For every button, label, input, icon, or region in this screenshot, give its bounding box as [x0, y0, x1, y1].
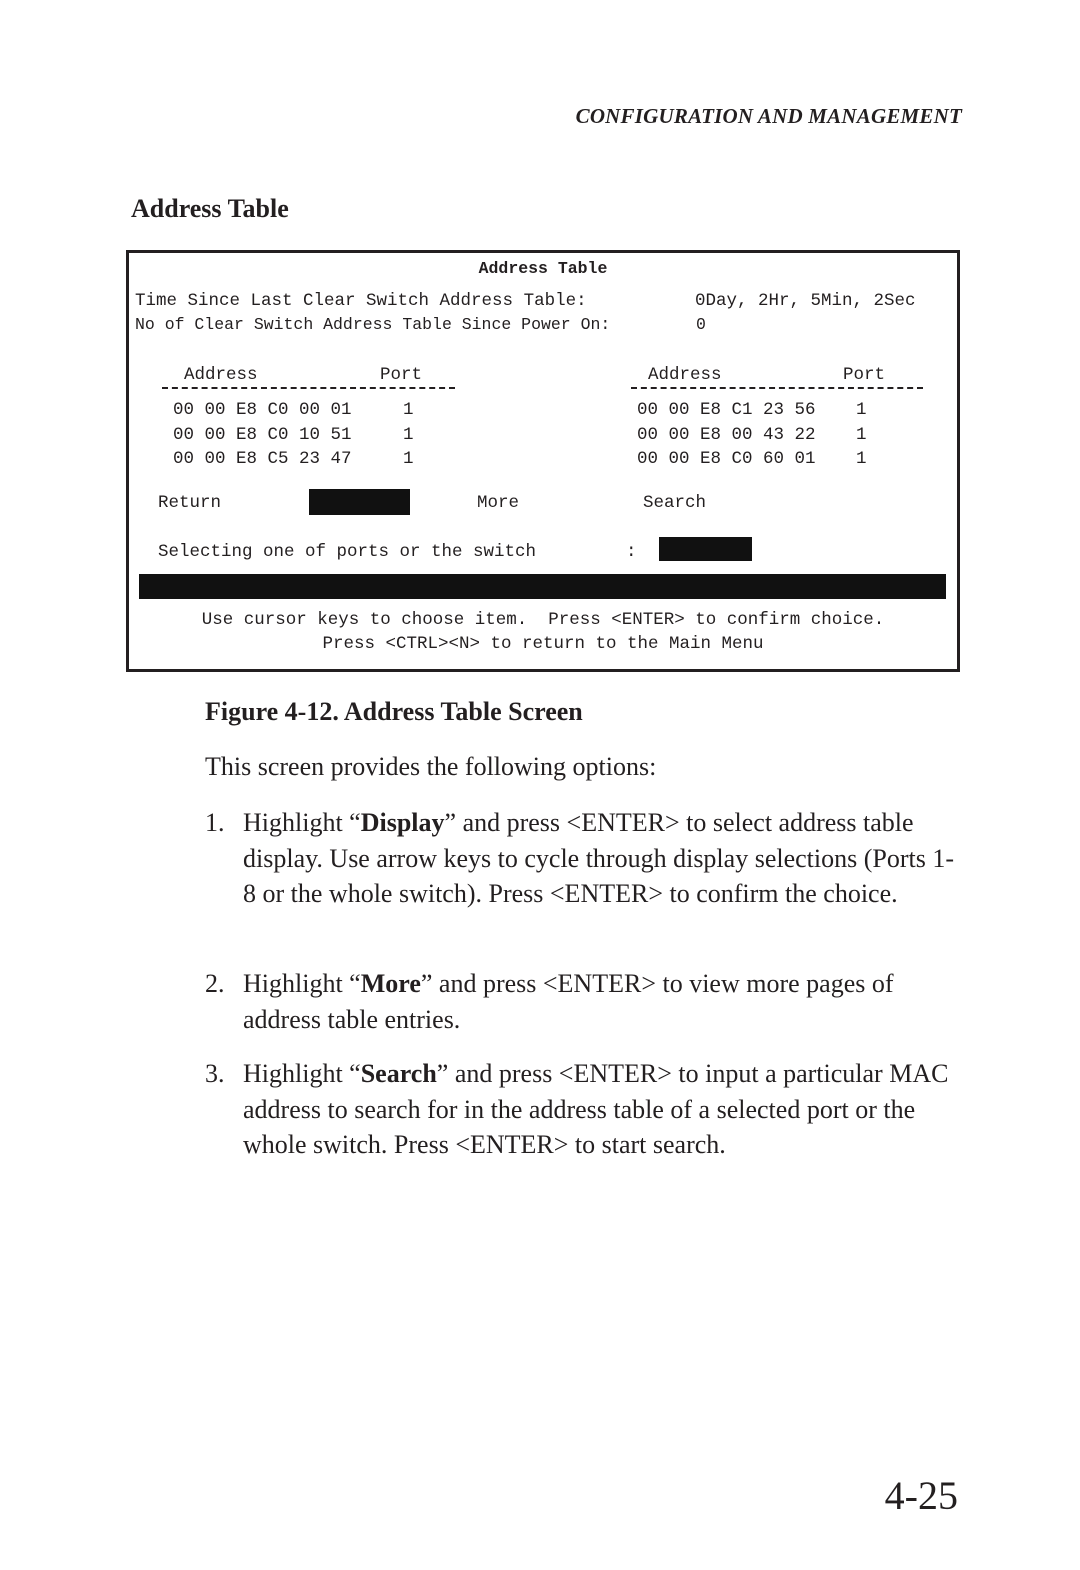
intro-text: This screen provides the following optio… — [205, 752, 657, 781]
right-port-header: Port — [843, 365, 886, 385]
list-item-text: Highlight “ — [243, 969, 361, 998]
list-item: 1. Highlight “Display” and press <ENTER>… — [205, 805, 965, 912]
right-row-port: 1 — [856, 425, 867, 445]
screen-title: Address Table — [478, 259, 608, 278]
list-item-number: 1. — [205, 808, 225, 837]
time-since-clear-label: Time Since Last Clear Switch Address Tab… — [135, 291, 587, 311]
right-header-divider — [631, 387, 923, 389]
left-row-port: 1 — [403, 449, 414, 469]
left-row-address: 00 00 E8 C5 23 47 — [173, 449, 352, 469]
terminal-screen: Address Table Time Since Last Clear Swit… — [126, 250, 960, 672]
left-row-address: 00 00 E8 C0 00 01 — [173, 400, 352, 420]
help-line-2: Press <CTRL><N> to return to the Main Me… — [322, 634, 764, 654]
section-title: Address Table — [131, 194, 289, 223]
left-row-address: 00 00 E8 C0 10 51 — [173, 425, 352, 445]
left-header-divider — [162, 387, 455, 389]
clear-count-value: 0 — [696, 315, 706, 334]
time-since-clear-value: 0Day, 2Hr, 5Min, 2Sec — [695, 291, 916, 311]
right-row-address: 00 00 E8 C1 23 56 — [637, 400, 816, 420]
right-row-port: 1 — [856, 400, 867, 420]
list-item-text: Highlight “ — [243, 1059, 361, 1088]
list-item: 2. Highlight “More” and press <ENTER> to… — [205, 966, 965, 1037]
status-bar — [139, 574, 946, 599]
left-port-header: Port — [380, 365, 423, 385]
list-item: 3. Highlight “Search” and press <ENTER> … — [205, 1056, 965, 1163]
running-head: CONFIGURATION AND MANAGEMENT — [575, 104, 962, 128]
figure-caption: Figure 4-12. Address Table Screen — [205, 697, 583, 726]
left-row-port: 1 — [403, 400, 414, 420]
more-menu-item[interactable]: More — [477, 493, 519, 513]
left-row-port: 1 — [403, 425, 414, 445]
clear-count-label: No of Clear Switch Address Table Since P… — [135, 315, 611, 334]
right-address-header: Address — [648, 365, 722, 385]
select-prompt: Selecting one of ports or the switch — [158, 542, 537, 562]
display-menu-item-highlighted[interactable] — [309, 489, 410, 515]
select-colon: : — [626, 542, 637, 562]
right-row-port: 1 — [856, 449, 867, 469]
list-item-keyword: Search — [360, 1059, 437, 1088]
search-menu-item[interactable]: Search — [643, 493, 706, 513]
list-item-keyword: More — [360, 969, 421, 998]
list-item-number: 3. — [205, 1059, 225, 1088]
left-address-header: Address — [184, 365, 258, 385]
help-line-1: Use cursor keys to choose item. Press <E… — [201, 610, 885, 630]
list-item-text: Highlight “ — [243, 808, 361, 837]
right-row-address: 00 00 E8 00 43 22 — [637, 425, 816, 445]
right-row-address: 00 00 E8 C0 60 01 — [637, 449, 816, 469]
list-item-number: 2. — [205, 969, 225, 998]
return-menu-item[interactable]: Return — [158, 493, 221, 513]
port-select-field[interactable] — [659, 537, 752, 561]
page-number: 4-25 — [884, 1473, 958, 1518]
list-item-keyword: Display — [360, 808, 445, 837]
